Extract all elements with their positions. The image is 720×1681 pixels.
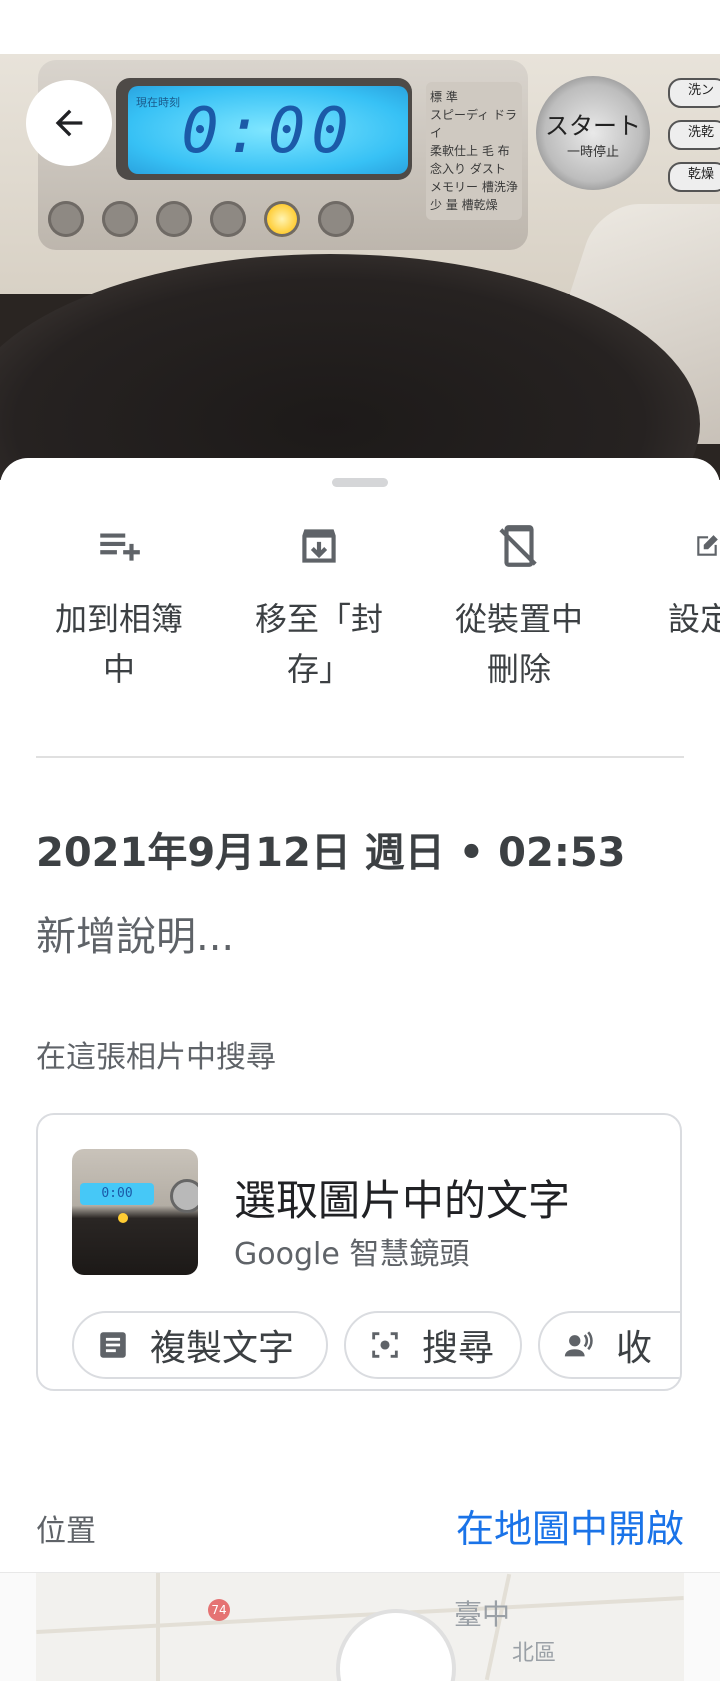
lens-chips: 複製文字 搜尋 收	[72, 1311, 680, 1383]
arrow-back-icon	[55, 109, 83, 137]
copy-text-chip[interactable]: 複製文字	[72, 1311, 328, 1379]
map-district-label: 北區	[512, 1641, 557, 1666]
lcd-caption: 現在時刻	[136, 96, 180, 109]
thumbnail-knob	[170, 1179, 198, 1213]
highway-marker: 74	[208, 1599, 230, 1621]
open-in-maps-link[interactable]: 在地圖中開啟	[456, 1498, 684, 1553]
action-label: 設定	[624, 594, 720, 644]
location-label: 位置	[36, 1514, 96, 1549]
action-label-line: 加到相簿	[54, 600, 183, 638]
map-photo-pin	[336, 1609, 456, 1681]
chip-label: 複製文字	[150, 1328, 295, 1369]
chip-label: 搜尋	[422, 1328, 495, 1369]
delete-from-device-button[interactable]: 從裝置中 刪除	[424, 518, 614, 694]
start-knob-label: スタート	[545, 112, 641, 140]
location-map[interactable]: 74 12 臺中 北區	[0, 1572, 720, 1681]
menu-line: スピーディ ドライ	[430, 108, 517, 140]
panel-button	[156, 201, 192, 237]
add-to-album-button[interactable]: 加到相簿 中	[24, 518, 214, 694]
search-in-photo-label: 在這張相片中搜尋	[36, 1040, 276, 1075]
lens-card[interactable]: 0:00 選取圖片中的文字 Google 智慧鏡頭 複製文字 搜尋 收	[36, 1113, 682, 1391]
thumbnail-light	[118, 1213, 128, 1223]
action-label-line: 移至「封	[254, 600, 383, 638]
archive-icon	[302, 529, 336, 563]
lens-title: 選取圖片中的文字	[234, 1176, 571, 1225]
panel-button	[102, 201, 138, 237]
lcd-screen: 現在時刻 0:00	[128, 86, 408, 174]
playlist-add-icon	[100, 533, 140, 561]
listen-icon	[564, 1331, 593, 1357]
edit-button[interactable]: 設定	[624, 518, 720, 644]
side-pills: 洗ン 洗乾 乾燥	[668, 78, 720, 204]
panel-buttons	[48, 194, 408, 244]
panel-button	[48, 201, 84, 237]
action-label: 從裝置中 刪除	[424, 594, 614, 694]
back-button[interactable]	[26, 80, 112, 166]
menu-line: 念入り ダスト	[430, 162, 506, 176]
action-label: 加到相簿 中	[24, 594, 214, 694]
action-label-line: 中	[102, 650, 135, 688]
menu-line: メモリー 槽洗浄	[430, 180, 518, 194]
info-sheet: 加到相簿 中 移至「封 存」 從裝置中 刪除 設定 2021年9月12日 週日 …	[0, 458, 720, 1681]
action-label-line: 設定	[668, 600, 720, 638]
copy-text-icon	[100, 1332, 126, 1358]
status-bar	[0, 0, 720, 54]
archive-button[interactable]: 移至「封 存」	[224, 518, 414, 694]
chip-label: 收	[616, 1328, 653, 1369]
side-pill: 洗乾	[668, 120, 720, 150]
map-road	[156, 1573, 160, 1681]
panel-button-lit	[264, 201, 300, 237]
edit-icon	[697, 535, 718, 556]
phone-off-icon	[499, 525, 537, 567]
program-menu: 標 準 スピーディ ドライ 柔軟仕上 毛 布 念入り ダスト メモリー 槽洗浄 …	[426, 82, 522, 220]
action-label: 移至「封 存」	[224, 594, 414, 694]
lcd-time: 0:00	[181, 93, 355, 167]
listen-chip[interactable]: 收	[538, 1311, 680, 1379]
map-city-label: 臺中	[454, 1598, 511, 1631]
photo-datetime[interactable]: 2021年9月12日 週日 • 02:53	[36, 820, 626, 878]
side-pill: 乾燥	[668, 162, 720, 192]
start-knob-sublabel: 一時停止	[566, 145, 619, 160]
side-pill: 洗ン	[668, 78, 720, 108]
divider	[36, 756, 684, 758]
map-canvas: 74 12 臺中 北區	[36, 1573, 684, 1681]
menu-line: 標 準	[430, 90, 458, 104]
lens-subtitle: Google 智慧鏡頭	[234, 1237, 470, 1272]
action-label-line: 刪除	[486, 650, 551, 688]
lens-search-icon	[372, 1332, 398, 1358]
panel-button	[210, 201, 246, 237]
drag-handle[interactable]	[332, 478, 388, 487]
action-label-line: 從裝置中	[454, 600, 583, 638]
action-row: 加到相簿 中 移至「封 存」 從裝置中 刪除 設定	[0, 518, 720, 688]
start-knob: スタート 一時停止	[536, 76, 650, 190]
menu-line: 柔軟仕上 毛 布	[430, 144, 510, 158]
add-description-field[interactable]: 新增說明...	[36, 904, 234, 962]
action-label-line: 存」	[286, 650, 351, 688]
photo-thumbnail: 0:00	[72, 1149, 198, 1275]
thumbnail-lcd: 0:00	[80, 1183, 154, 1205]
menu-line: 少 量 槽乾燥	[430, 198, 498, 212]
search-chip[interactable]: 搜尋	[344, 1311, 522, 1379]
panel-button	[318, 201, 354, 237]
